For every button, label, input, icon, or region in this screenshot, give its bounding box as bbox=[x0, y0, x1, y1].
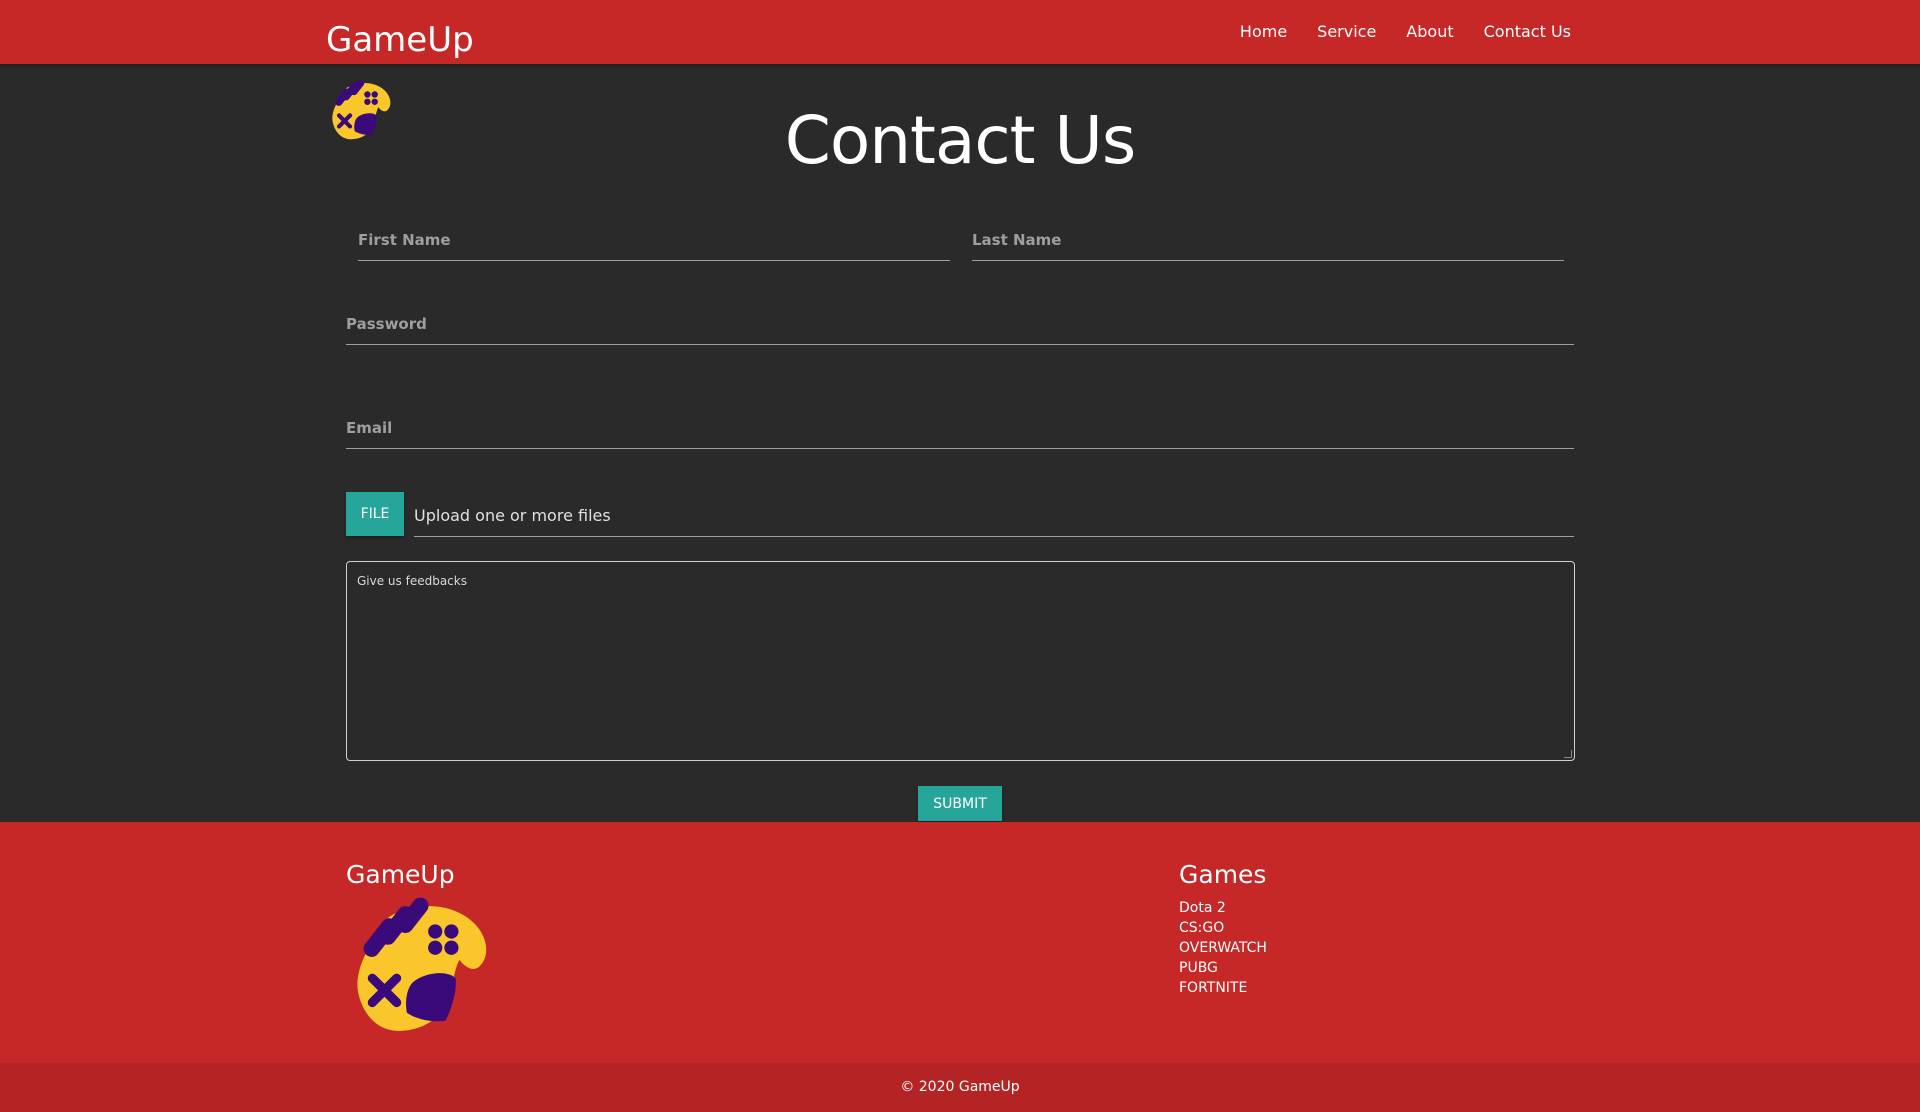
password-field[interactable]: Password bbox=[346, 305, 1574, 345]
navbar: GameUp Home Service About Contact Us bbox=[0, 0, 1920, 64]
page-title: Contact Us bbox=[784, 102, 1136, 179]
footer-brand: GameUp bbox=[346, 860, 455, 889]
game-link-overwatch[interactable]: OVERWATCH bbox=[1179, 940, 1267, 956]
password-input[interactable] bbox=[346, 305, 1574, 344]
first-name-field[interactable]: First Name bbox=[358, 221, 950, 261]
brand-logo-link[interactable]: GameUp bbox=[326, 20, 474, 60]
list-item: PUBG bbox=[1179, 958, 1267, 978]
copyright-bar: © 2020 GameUp bbox=[0, 1063, 1920, 1112]
nav-link-contact-us[interactable]: Contact Us bbox=[1484, 22, 1571, 41]
nav-link-home[interactable]: Home bbox=[1240, 22, 1287, 41]
list-item: FORTNITE bbox=[1179, 978, 1267, 998]
first-name-input[interactable] bbox=[358, 221, 950, 260]
textarea-resize-handle[interactable] bbox=[1564, 750, 1572, 758]
file-upload-button[interactable]: FILE bbox=[346, 492, 404, 536]
game-link-fortnite[interactable]: FORTNITE bbox=[1179, 980, 1247, 996]
nav-link-service[interactable]: Service bbox=[1317, 22, 1376, 41]
email-field[interactable]: Email bbox=[346, 409, 1574, 449]
list-item: Dota 2 bbox=[1179, 898, 1267, 918]
game-link-csgo[interactable]: CS:GO bbox=[1179, 920, 1224, 936]
game-link-dota2[interactable]: Dota 2 bbox=[1179, 900, 1226, 916]
feedback-textarea[interactable]: Give us feedbacks bbox=[346, 561, 1575, 761]
submit-button[interactable]: SUBMIT bbox=[918, 786, 1002, 821]
gamepad-icon bbox=[357, 897, 487, 1031]
feedback-input[interactable] bbox=[347, 562, 1574, 760]
footer: GameUp Games Dota 2 CS:GO OVERWATCH PUBG… bbox=[0, 822, 1920, 1063]
email-input[interactable] bbox=[346, 409, 1574, 448]
last-name-input[interactable] bbox=[972, 221, 1564, 260]
list-item: OVERWATCH bbox=[1179, 938, 1267, 958]
games-list: Dota 2 CS:GO OVERWATCH PUBG FORTNITE bbox=[1179, 898, 1267, 998]
games-title: Games bbox=[1179, 860, 1267, 889]
game-link-pubg[interactable]: PUBG bbox=[1179, 960, 1218, 976]
nav-links: Home Service About Contact Us bbox=[1240, 22, 1571, 41]
nav-link-about[interactable]: About bbox=[1406, 22, 1453, 41]
last-name-field[interactable]: Last Name bbox=[972, 221, 1564, 261]
copyright-text: © 2020 GameUp bbox=[900, 1079, 1020, 1095]
file-path-placeholder: Upload one or more files bbox=[414, 506, 611, 525]
file-path-input[interactable]: Upload one or more files bbox=[414, 492, 1574, 537]
list-item: CS:GO bbox=[1179, 918, 1267, 938]
